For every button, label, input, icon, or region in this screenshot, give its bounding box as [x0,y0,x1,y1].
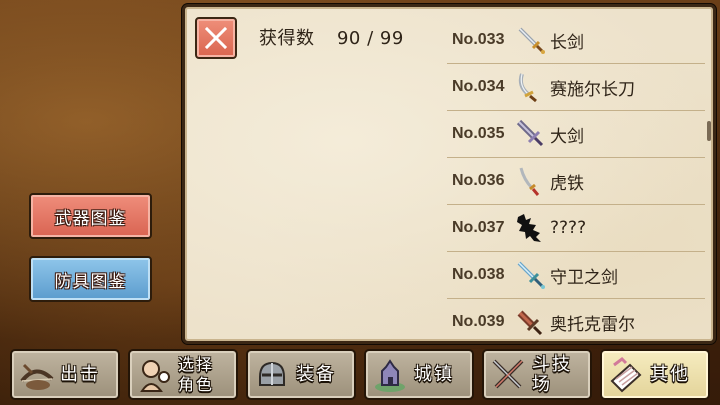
item-number: No.036 [452,172,505,189]
arena-crossed-swords-icon [492,359,524,388]
other-scroll-icon [610,356,642,392]
item-name: 长剑 [550,32,584,53]
acquired-count: 获得数 90 / 99 [259,24,404,50]
tab-sortie[interactable]: 出击 [10,349,120,400]
tab-other[interactable]: 其他 [600,349,710,400]
list-item[interactable]: No.035 大剑 [447,111,705,158]
item-name: 大剑 [550,126,584,147]
close-x-icon [204,26,228,50]
katana-icon [519,167,540,196]
list-item[interactable]: No.038 守卫之剑 [447,252,705,299]
item-number: No.034 [452,78,505,95]
weapon-list[interactable]: No.033 长剑 No.034 赛施尔长刀 No.035 大剑 No.036 … [447,7,705,341]
tab-label-line2: 角色 [178,374,215,394]
tab-label: 装备 [296,363,336,385]
guardian-sword-icon [517,261,545,289]
item-name: 虎铁 [550,173,584,194]
acquired-count-label: 获得数 [259,28,315,49]
character-select-icon [140,359,170,392]
tab-equipment[interactable]: 装备 [246,349,356,400]
town-castle-icon [375,358,405,392]
long-sword-icon [518,27,545,54]
item-name: 奥托克雷尔 [550,314,635,335]
item-number: No.039 [452,313,505,330]
bottom-nav: 出击 选择 角色 装备 城镇 斗技场 其他 [0,345,720,405]
item-number: No.038 [452,266,505,283]
great-sword-icon [516,119,544,147]
tab-select-character[interactable]: 选择 角色 [128,349,238,400]
scimitar-icon [518,73,537,103]
unknown-silhouette-icon [517,214,541,242]
item-number: No.035 [452,125,505,142]
list-item[interactable]: No.033 长剑 [447,17,705,64]
tab-arena[interactable]: 斗技场 [482,349,592,400]
equipment-helmet-icon [259,361,285,386]
item-name: ???? [550,218,587,238]
tab-label: 其他 [650,363,690,385]
tab-label: 斗技场 [532,353,572,395]
sortie-bow-icon [20,363,54,390]
list-scrollbar[interactable] [707,121,711,141]
tab-town[interactable]: 城镇 [364,349,474,400]
list-item[interactable]: No.039 奥托克雷尔 [447,299,705,341]
list-item[interactable]: No.037 ???? [447,205,705,252]
close-button[interactable] [195,17,237,59]
list-item[interactable]: No.036 虎铁 [447,158,705,205]
tab-label: 出击 [60,363,100,385]
item-name: 守卫之剑 [550,267,618,288]
item-number: No.037 [452,219,505,236]
ottoclair-blade-icon [517,310,543,336]
item-name: 赛施尔长刀 [550,79,635,100]
armor-catalog-button[interactable]: 防具图鉴 [29,256,152,302]
collection-panel: 获得数 90 / 99 No.033 长剑 No.034 赛施尔长刀 No.03… [182,4,716,344]
tab-label: 选择 角色 [178,355,214,395]
acquired-count-value: 90 / 99 [336,28,404,49]
tab-label: 城镇 [414,363,454,385]
tab-label-line1: 选择 [178,354,215,374]
weapon-catalog-button[interactable]: 武器图鉴 [29,193,152,239]
item-number: No.033 [452,31,505,48]
list-item[interactable]: No.034 赛施尔长刀 [447,64,705,111]
